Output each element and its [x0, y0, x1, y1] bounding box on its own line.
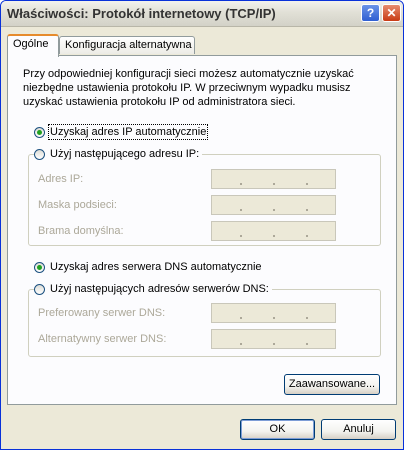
- preferred-dns-label: Preferowany serwer DNS:: [38, 307, 166, 319]
- tab-general[interactable]: Ogólne: [7, 34, 59, 57]
- close-button[interactable]: ✕: [382, 4, 401, 22]
- ip-auto-label: Uzyskaj adres IP automatycznie: [47, 124, 209, 140]
- ip-address-label: Adres IP:: [38, 173, 84, 185]
- dns-auto-radio[interactable]: [34, 261, 45, 273]
- subnet-mask-label: Maska podsieci:: [38, 199, 117, 211]
- tab-alternate-label: Konfiguracja alternatywna: [65, 39, 192, 51]
- advanced-button[interactable]: Zaawansowane...: [284, 374, 380, 395]
- dns-auto-option[interactable]: Uzyskaj adres serwera DNS automatycznie: [34, 261, 262, 273]
- subnet-mask-input[interactable]: [211, 195, 336, 215]
- help-icon: ?: [366, 6, 375, 20]
- dns-manual-option[interactable]: Użyj następujących adresów serwerów DNS:: [34, 283, 272, 295]
- ip-manual-label: Użyj następującego adresu IP:: [50, 148, 200, 160]
- ip-manual-radio[interactable]: [34, 148, 45, 160]
- ip-auto-radio[interactable]: [34, 126, 45, 138]
- dns-manual-radio[interactable]: [34, 283, 45, 295]
- cancel-button[interactable]: Anuluj: [321, 419, 396, 440]
- ip-manual-option[interactable]: Użyj następującego adresu IP:: [34, 148, 203, 160]
- ip-address-input[interactable]: [211, 169, 336, 189]
- close-icon: ✕: [386, 6, 397, 20]
- tab-strip: Ogólne Konfiguracja alternatywna: [7, 34, 397, 57]
- tab-general-label: Ogólne: [13, 38, 49, 50]
- title-bar[interactable]: Właściwości: Protokół internetowy (TCP/I…: [1, 1, 403, 27]
- tcpip-properties-dialog: Właściwości: Protokół internetowy (TCP/I…: [0, 0, 404, 450]
- ip-auto-option[interactable]: Uzyskaj adres IP automatycznie: [34, 124, 209, 140]
- default-gateway-input[interactable]: [211, 221, 336, 241]
- tab-alternate-configuration[interactable]: Konfiguracja alternatywna: [59, 36, 195, 54]
- help-button[interactable]: ?: [361, 4, 380, 22]
- dns-auto-label: Uzyskaj adres serwera DNS automatycznie: [50, 261, 262, 273]
- description-text: Przy odpowiedniej konfiguracji sieci moż…: [23, 68, 354, 108]
- window-title: Właściwości: Protokół internetowy (TCP/I…: [7, 6, 276, 21]
- preferred-dns-input[interactable]: [211, 303, 336, 323]
- alternate-dns-label: Alternatywny serwer DNS:: [38, 333, 167, 345]
- alternate-dns-input[interactable]: [211, 329, 336, 349]
- ok-button[interactable]: OK: [240, 419, 315, 440]
- dns-manual-label: Użyj następujących adresów serwerów DNS:: [50, 283, 269, 295]
- default-gateway-label: Brama domyślna:: [38, 225, 124, 237]
